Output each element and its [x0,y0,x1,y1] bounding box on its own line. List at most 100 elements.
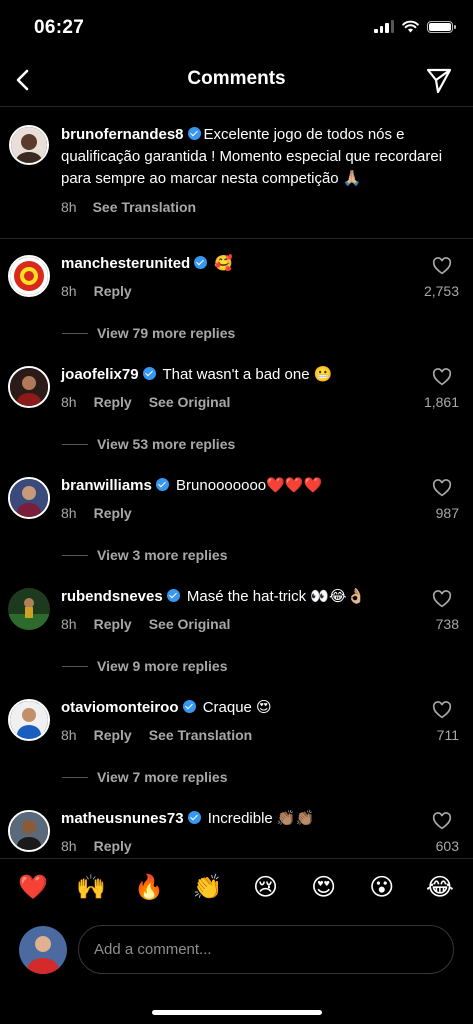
comment-text-line: matheusnunes73 Incredible 👏🏽👏🏽 [61,809,314,827]
comment-time: 8h [61,838,77,854]
comment-username[interactable]: otaviomonteiroo [61,699,179,716]
emoji-heart-eyes[interactable]: 😍 [304,873,344,902]
verified-badge-icon [166,589,180,602]
reply-button[interactable]: Reply [94,838,132,854]
comment-text: 🥰 [214,255,234,272]
signal-icon [374,20,394,33]
reply-button[interactable]: Reply [94,505,132,521]
avatar[interactable] [8,699,50,741]
view-replies-button[interactable]: View 79 more replies [62,325,235,341]
comment-time: 8h [61,616,77,632]
emoji-quick-bar: ❤️ 🙌 🔥 👏 😢 😍 😮 😂 [0,858,473,916]
comment-text-line: manchesterunited 🥰 [61,254,233,272]
verified-badge-icon [155,478,169,491]
caption-meta: 8h See Translation [61,196,456,218]
view-replies-button[interactable]: View 3 more replies [62,547,227,563]
status-icons [374,20,456,33]
caption-username[interactable]: brunofernandes8 [61,126,184,143]
status-bar: 06:27 [0,0,473,56]
view-replies-button[interactable]: View 9 more replies [62,658,227,674]
comment-text: Craque 😍 [202,699,272,716]
page-title: Comments [187,68,286,89]
battery-icon [427,20,456,33]
comment-meta: 8h Reply [61,505,149,521]
comment-text-line: otaviomonteiroo Craque 😍 [61,698,272,716]
comment-username[interactable]: branwilliams [61,477,152,494]
reply-button[interactable]: Reply [94,394,132,410]
comment-item: joaofelix79 That wasn't a bad one 😬 8h Re… [0,350,473,461]
like-count: 1,861 [423,394,459,410]
like-count: 738 [435,616,459,632]
comment-meta: 8h Reply See Translation [61,727,269,743]
comment-text: Incredible 👏🏽👏🏽 [207,810,315,827]
heart-outline-icon[interactable] [432,812,452,830]
caption-time: 8h [61,199,77,215]
emoji-fire[interactable]: 🔥 [129,873,169,902]
avatar[interactable] [8,810,50,852]
comment-time: 8h [61,283,77,299]
verified-badge-icon [182,700,196,713]
home-indicator [152,1010,322,1015]
emoji-heart[interactable]: ❤️ [13,873,53,902]
verified-badge-icon [187,811,201,824]
view-replies-button[interactable]: View 53 more replies [62,436,235,452]
comment-item: manchesterunited 🥰 8h Reply 2,753 View 79… [0,239,473,350]
avatar[interactable] [8,255,50,297]
reply-button[interactable]: Reply [94,283,132,299]
reply-button[interactable]: Reply [94,727,132,743]
see-original-button[interactable]: See Original [149,616,231,632]
reply-button[interactable]: Reply [94,616,132,632]
comment-username[interactable]: joaofelix79 [61,366,139,383]
emoji-raised-hands[interactable]: 🙌 [71,873,111,902]
comment-time: 8h [61,727,77,743]
comment-username[interactable]: matheusnunes73 [61,810,184,827]
view-replies-label: View 53 more replies [97,436,236,452]
replies-divider [62,554,88,556]
comment-text-line: rubendsneves Masé the hat-trick 👀😂👌🏼 [61,587,365,605]
comment-text-line: branwilliams Brunooooooo❤️❤️❤️ [61,476,322,494]
comment-username[interactable]: manchesterunited [61,255,190,272]
emoji-clap[interactable]: 👏 [187,873,227,902]
heart-outline-icon[interactable] [432,590,452,608]
view-replies-label: View 9 more replies [97,658,228,674]
post-caption: brunofernandes8 Excelente jogo de todos n… [0,106,473,239]
emoji-surprised[interactable]: 😮 [362,873,402,902]
like-count: 2,753 [423,283,459,299]
like-count: 987 [435,505,459,521]
verified-badge-icon [187,127,201,140]
replies-divider [62,665,88,667]
heart-outline-icon[interactable] [432,257,452,275]
comment-text: That wasn't a bad one 😬 [162,366,333,383]
see-translation-button[interactable]: See Translation [93,199,196,215]
view-replies-button[interactable]: View 7 more replies [62,769,227,785]
caption-body: brunofernandes8 Excelente jogo de todos n… [61,124,456,218]
heart-outline-icon[interactable] [432,479,452,497]
avatar[interactable] [8,366,50,408]
comment-input[interactable] [79,926,453,973]
see-translation-button[interactable]: See Translation [149,727,252,743]
wifi-icon [402,20,419,33]
comment-meta: 8h Reply [61,283,149,299]
avatar[interactable] [8,477,50,519]
replies-divider [62,332,88,334]
status-time: 06:27 [34,17,85,38]
heart-outline-icon[interactable] [432,368,452,386]
emoji-cry[interactable]: 😢 [246,873,286,902]
view-replies-label: View 7 more replies [97,769,228,785]
comment-input-wrapper [78,925,454,974]
avatar[interactable] [9,125,49,165]
heart-outline-icon[interactable] [432,701,452,719]
avatar [19,926,67,974]
see-original-button[interactable]: See Original [149,394,231,410]
view-replies-label: View 3 more replies [97,547,228,563]
view-replies-label: View 79 more replies [97,325,236,341]
comment-text: Masé the hat-trick 👀😂👌🏼 [186,588,366,605]
verified-badge-icon [142,367,156,380]
comment-username[interactable]: rubendsneves [61,588,163,605]
avatar[interactable] [8,588,50,630]
like-count: 711 [436,727,459,743]
paper-plane-icon[interactable] [425,66,453,94]
emoji-laughing[interactable]: 😂 [420,873,460,902]
comment-item: otaviomonteiroo Craque 😍 8h Reply See Tran… [0,683,473,794]
top-nav: Comments [0,56,473,107]
